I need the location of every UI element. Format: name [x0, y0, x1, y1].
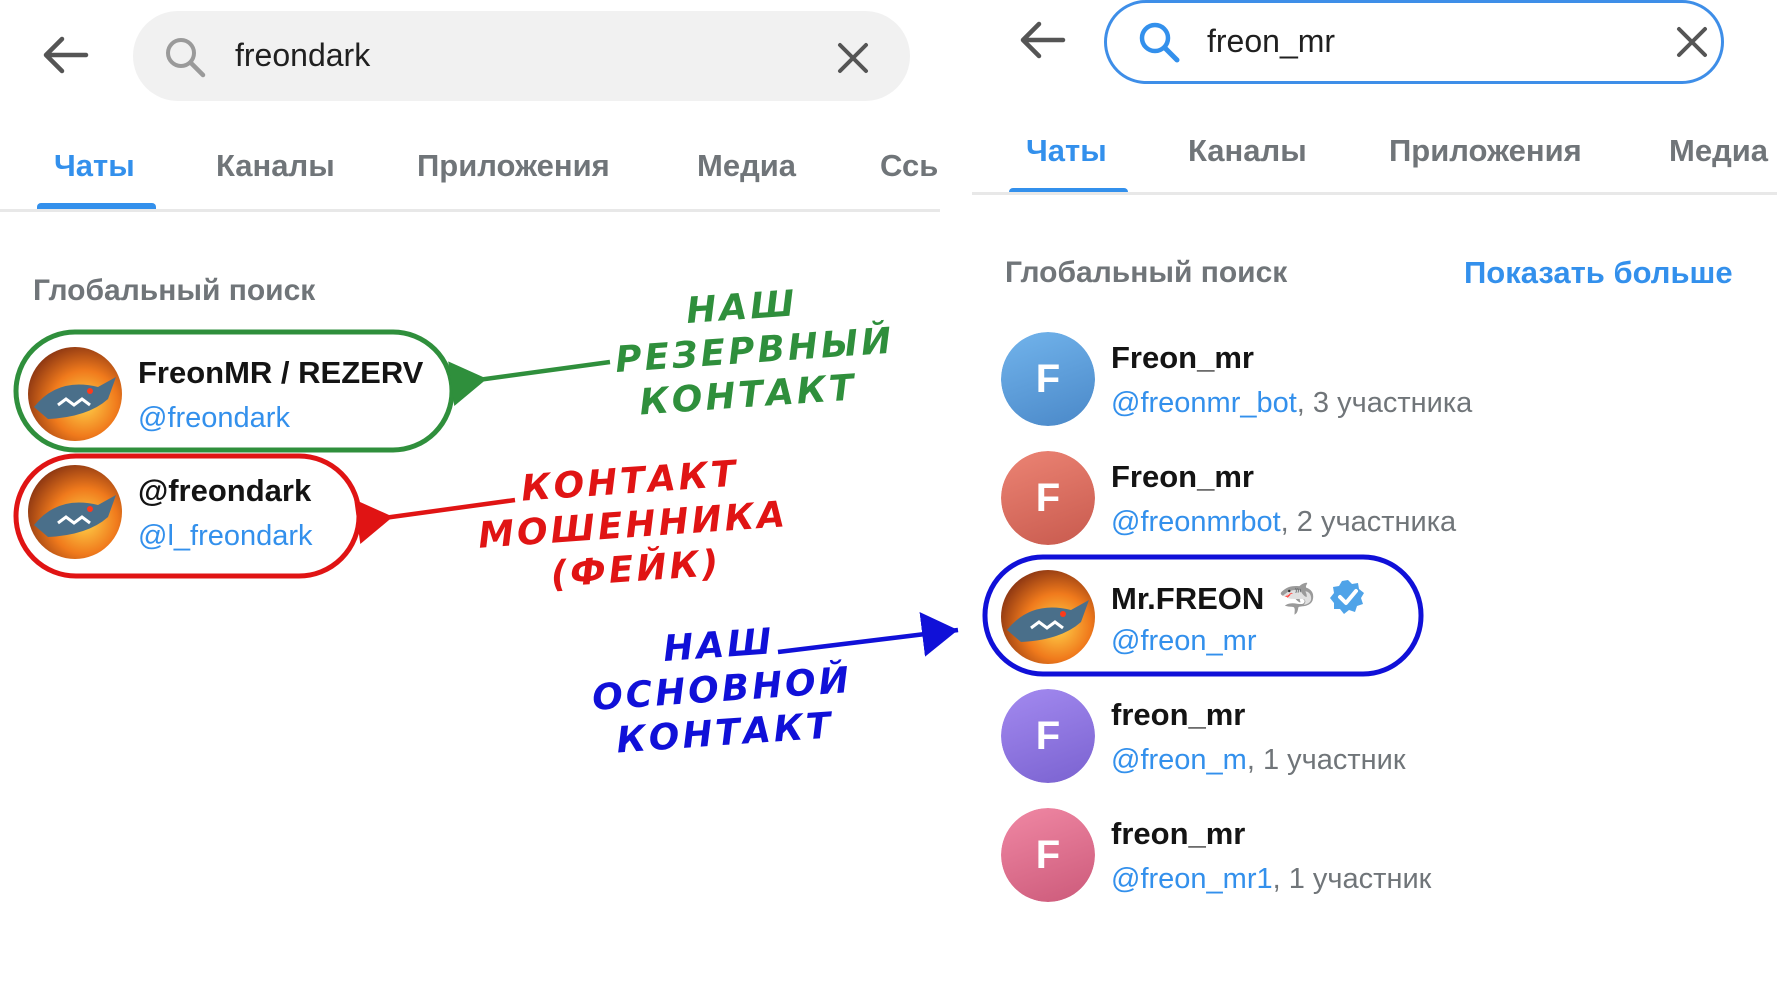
tab-chats[interactable]: Чаты [54, 148, 135, 184]
avatar-letter: F [1001, 451, 1095, 545]
result-name: Mr.FREON 🦈 [1111, 578, 1367, 617]
clear-icon[interactable] [1675, 25, 1709, 59]
clear-icon[interactable] [836, 41, 870, 75]
tabs-divider [0, 209, 940, 212]
search-result[interactable]: F Freon_mr @freonmr_bot, 3 участника [972, 322, 1777, 432]
result-subtitle: @freon_m, 1 участник [1111, 744, 1406, 776]
avatar: F [1001, 689, 1095, 783]
search-tabs: Чаты Каналы Приложения Медиа Ссь [0, 140, 940, 210]
back-arrow-icon[interactable] [40, 35, 90, 75]
avatar: F [1001, 332, 1095, 426]
result-handle: @l_freondark [138, 520, 313, 552]
search-icon [166, 38, 206, 78]
tab-chats[interactable]: Чаты [1026, 133, 1107, 169]
tab-apps[interactable]: Приложения [417, 148, 610, 184]
main-contact-label: НАШ ОСНОВНОЙ КОНТАКТ [590, 621, 854, 762]
search-result-main[interactable]: Mr.FREON 🦈 @freon_mr [972, 560, 1777, 670]
global-search-title: Глобальный поиск [1005, 256, 1288, 289]
result-name: freon_mr [1111, 697, 1246, 732]
scam-contact-label: КОНТАКТ МОШЕННИКА (ФЕЙК) [476, 453, 790, 596]
left-search-screen: freondark Чаты Каналы Приложения Медиа С… [0, 0, 940, 1001]
shark-avatar [28, 465, 122, 559]
result-name: FreonMR / REZERV [138, 355, 424, 390]
reserve-contact-label: НАШ РЕЗЕРВНЫЙ КОНТАКТ [613, 283, 896, 424]
shark-emoji-icon: 🦈 [1278, 583, 1317, 616]
avatar-letter: F [1001, 332, 1095, 426]
result-subtitle: @freon_mr1, 1 участник [1111, 863, 1432, 895]
verified-badge-icon [1329, 580, 1364, 614]
result-subtitle: @freonmr_bot, 3 участника [1111, 387, 1473, 419]
shark-avatar [1001, 570, 1095, 664]
tabs-divider [972, 192, 1777, 195]
back-arrow-icon[interactable] [1017, 20, 1067, 60]
search-field[interactable]: freondark [133, 11, 910, 101]
result-name: freon_mr [1111, 816, 1246, 851]
tab-media[interactable]: Медиа [697, 148, 796, 184]
search-result[interactable]: F Freon_mr @freonmrbot, 2 участника [972, 441, 1777, 551]
avatar-letter: F [1001, 808, 1095, 902]
avatar: F [1001, 451, 1095, 545]
result-subtitle: @freonmrbot, 2 участника [1111, 506, 1457, 538]
tab-channels[interactable]: Каналы [1188, 133, 1307, 169]
result-handle: @freondark [138, 402, 290, 434]
tab-media[interactable]: Медиа [1669, 133, 1768, 169]
search-result[interactable]: F freon_mr @freon_m, 1 участник [972, 679, 1777, 789]
search-tabs: Чаты Каналы Приложения Медиа [972, 125, 1777, 195]
result-name: Freon_mr [1111, 340, 1254, 375]
right-search-screen: freon_mr Чаты Каналы Приложения Медиа Гл… [972, 0, 1777, 1001]
search-input[interactable]: freondark [235, 37, 370, 74]
result-name: Freon_mr [1111, 459, 1254, 494]
tab-channels[interactable]: Каналы [216, 148, 335, 184]
result-handle: @freon_mr [1111, 625, 1257, 657]
search-result[interactable]: F freon_mr @freon_mr1, 1 участник [972, 798, 1777, 908]
result-name: @freondark [138, 473, 312, 508]
avatar: F [1001, 808, 1095, 902]
global-search-title: Глобальный поиск [33, 274, 316, 307]
tab-apps[interactable]: Приложения [1389, 133, 1582, 169]
shark-avatar [28, 347, 122, 441]
search-field[interactable]: freon_mr [1104, 0, 1724, 84]
search-icon [1139, 22, 1180, 63]
tab-links[interactable]: Ссь [880, 148, 938, 184]
search-result-scam[interactable]: @freondark @l_freondark [0, 443, 940, 559]
search-input[interactable]: freon_mr [1207, 23, 1335, 60]
avatar-letter: F [1001, 689, 1095, 783]
show-more-link[interactable]: Показать больше [1464, 255, 1733, 291]
